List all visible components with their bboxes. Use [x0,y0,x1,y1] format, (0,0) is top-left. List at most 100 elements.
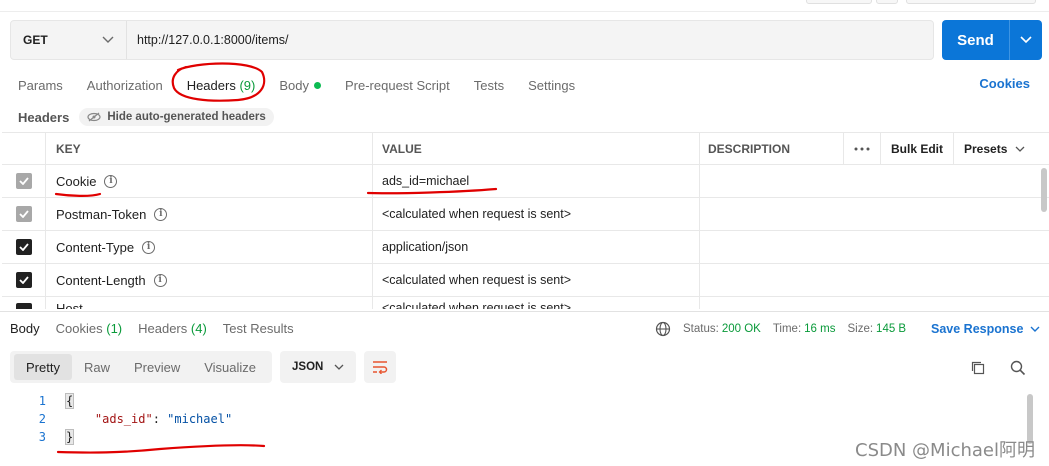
table-row: Cookie i ads_id=michael [2,165,1049,198]
column-key: KEY [46,133,373,164]
globe-icon[interactable] [655,321,671,337]
header-key[interactable]: Postman-Token [56,207,146,222]
response-tab-test-results[interactable]: Test Results [223,321,294,336]
response-status: Status: 200 OK Time: 16 ms Size: 145 B [655,312,918,346]
status-value[interactable]: 200 OK [722,323,761,335]
header-description[interactable] [700,231,1049,263]
table-header-row: KEY VALUE DESCRIPTION Bulk Edit Presets [2,132,1049,165]
headers-section-title: Headers [18,109,70,125]
toolbar-button[interactable] [876,0,898,4]
send-button[interactable]: Send [942,20,1042,60]
time-value[interactable]: 16 ms [804,323,835,335]
header-key[interactable]: Cookie [56,174,96,189]
response-tab-body[interactable]: Body [10,321,40,336]
size-value[interactable]: 145 B [876,323,906,335]
tab-headers[interactable]: Headers (9) [187,78,256,93]
header-key[interactable]: Host [56,301,83,309]
send-options-button[interactable] [1009,20,1042,60]
info-icon: i [142,240,156,254]
info-icon: i [104,174,118,188]
format-select[interactable]: JSON [280,351,357,383]
line-number: 3 [38,430,46,444]
header-description[interactable] [700,198,1049,230]
top-toolbar-strip [0,0,1049,12]
tab-tests[interactable]: Tests [474,78,504,93]
code-line: 1 { [0,392,1049,410]
check-icon [18,243,29,251]
headers-count: (9) [239,77,256,93]
info-icon: i [154,207,168,221]
line-number: 2 [38,412,46,426]
table-row: Postman-Token i <calculated when request … [2,198,1049,231]
json-value: "michael" [167,412,233,426]
tab-pre-request-script[interactable]: Pre-request Script [345,78,450,93]
toolbar-button[interactable] [906,0,1036,4]
header-description[interactable] [700,165,1049,197]
header-value[interactable]: ads_id=michael [382,174,469,188]
more-options-icon[interactable] [844,133,881,164]
header-description[interactable] [700,297,1049,309]
info-icon: i [153,273,167,287]
send-label: Send [957,31,994,49]
eye-off-icon [87,112,101,122]
save-response-button[interactable]: Save Response [931,312,1040,346]
row-checkbox[interactable] [15,303,32,309]
chevron-down-icon [1020,36,1032,44]
search-icon[interactable] [1010,360,1026,376]
chevron-down-icon [334,364,344,370]
response-tab-headers[interactable]: Headers (4) [138,321,207,336]
response-tab-cookies[interactable]: Cookies (1) [56,321,122,336]
chevron-down-icon [1015,146,1025,152]
header-key[interactable]: Content-Type [56,240,134,255]
code-line: 2 "ads_id": "michael" [0,410,1049,428]
tab-body[interactable]: Body [279,78,321,93]
headers-scrollbar[interactable] [1041,168,1047,212]
watermark: CSDN @Michael阿明 [855,440,1035,461]
method-label: GET [23,33,48,47]
view-pretty[interactable]: Pretty [14,354,72,380]
request-tabs: Params Authorization Headers (9) Body Pr… [18,76,599,94]
table-row: Content-Type i application/json [2,231,1049,264]
table-row: Content-Length i <calculated when request… [2,264,1049,297]
response-tabs-bar: Body Cookies (1) Headers (4) Test Result… [0,311,1049,345]
row-checkbox[interactable] [15,206,32,222]
presets-dropdown[interactable]: Presets [954,133,1049,164]
check-icon [18,177,29,185]
chevron-down-icon [1030,326,1040,332]
request-bar: GET http://127.0.0.1:8000/items/ [10,20,934,60]
cookies-link[interactable]: Cookies [979,76,1030,91]
chevron-down-icon [102,36,114,43]
hide-auto-headers-button[interactable]: Hide auto-generated headers [79,108,274,126]
header-value[interactable]: <calculated when request is sent> [382,301,571,309]
method-select[interactable]: GET [11,21,127,59]
header-value[interactable]: <calculated when request is sent> [382,273,571,287]
row-checkbox[interactable] [15,272,32,288]
view-visualize[interactable]: Visualize [192,354,268,380]
line-number: 1 [38,394,46,408]
json-key: "ads_id" [94,412,153,426]
header-value[interactable]: application/json [382,240,468,254]
table-row: Host <calculated when request is sent> [2,297,1049,309]
bulk-edit-button[interactable]: Bulk Edit [881,133,954,164]
header-description[interactable] [700,264,1049,296]
header-key[interactable]: Content-Length [56,273,146,288]
copy-icon[interactable] [970,360,986,376]
column-description: DESCRIPTION [700,133,844,164]
view-raw[interactable]: Raw [72,354,122,380]
response-view-bar: Pretty Raw Preview Visualize JSON [10,351,397,383]
headers-table: KEY VALUE DESCRIPTION Bulk Edit Presets … [2,132,1049,309]
toolbar-button[interactable] [806,0,872,4]
view-mode-segmented: Pretty Raw Preview Visualize [10,351,273,383]
tab-settings[interactable]: Settings [528,78,575,93]
header-value[interactable]: <calculated when request is sent> [382,207,571,221]
wrap-lines-button[interactable] [364,351,397,383]
column-value: VALUE [373,133,700,164]
url-input[interactable]: http://127.0.0.1:8000/items/ [127,33,289,47]
tab-authorization[interactable]: Authorization [87,78,163,93]
row-checkbox[interactable] [15,239,32,255]
tab-params[interactable]: Params [18,78,63,93]
view-preview[interactable]: Preview [122,354,192,380]
wrap-lines-icon [373,361,388,374]
headers-subheader: Headers Hide auto-generated headers [18,108,274,126]
row-checkbox[interactable] [15,173,32,189]
